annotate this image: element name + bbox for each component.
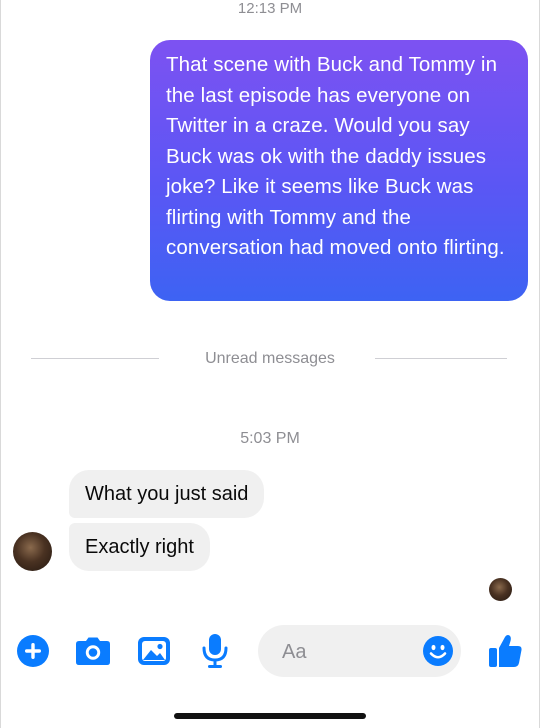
camera-icon[interactable] bbox=[73, 625, 113, 677]
divider-line-right bbox=[375, 358, 507, 359]
read-receipt-avatar bbox=[489, 578, 512, 601]
outgoing-message-bubble[interactable]: That scene with Buck and Tommy in the la… bbox=[150, 40, 528, 301]
incoming-message-bubble[interactable]: What you just said bbox=[69, 470, 265, 518]
incoming-message-bubble[interactable]: Exactly right bbox=[69, 523, 210, 571]
unread-divider-label: Unread messages bbox=[205, 350, 335, 367]
message-composer[interactable] bbox=[258, 625, 461, 679]
image-icon[interactable] bbox=[134, 625, 174, 677]
emoji-icon[interactable] bbox=[423, 636, 453, 666]
unread-divider: Unread messages bbox=[1, 348, 539, 370]
microphone-icon[interactable] bbox=[197, 625, 233, 677]
message-input[interactable] bbox=[280, 625, 424, 679]
timestamp-top: 12:13 PM bbox=[237, 0, 303, 17]
plus-icon[interactable] bbox=[15, 625, 51, 677]
timestamp-middle: 5:03 PM bbox=[240, 430, 300, 447]
thumbs-up-icon[interactable] bbox=[485, 625, 525, 677]
contact-avatar[interactable] bbox=[13, 532, 52, 571]
home-indicator[interactable] bbox=[174, 713, 366, 719]
